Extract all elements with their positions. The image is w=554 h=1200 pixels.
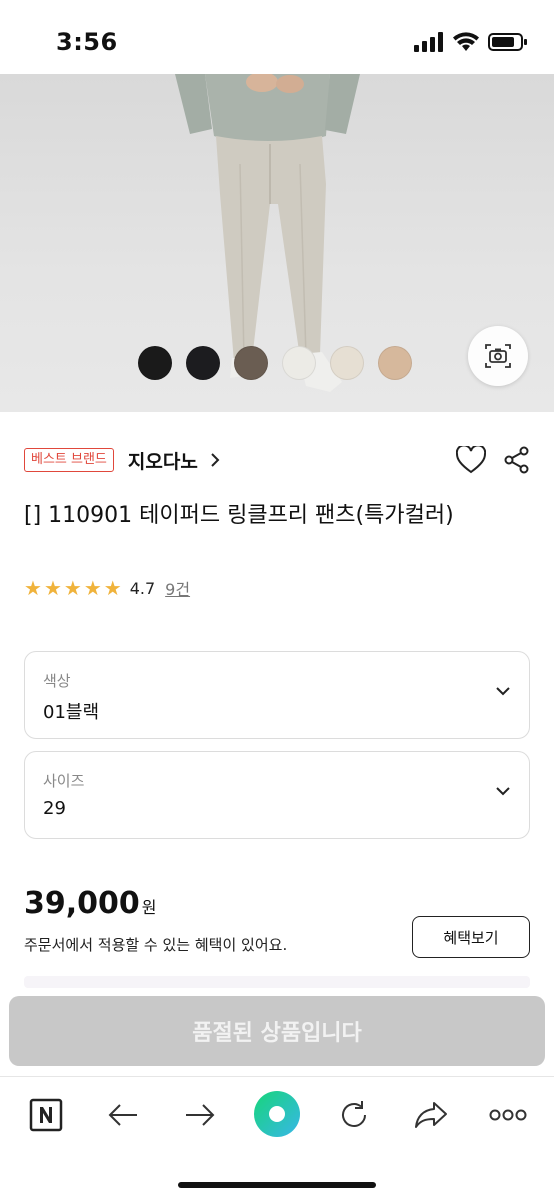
heart-icon[interactable] (456, 446, 486, 474)
forward-arrow-icon[interactable] (180, 1095, 220, 1135)
more-dots-icon[interactable] (488, 1095, 528, 1135)
cellular-signal-icon (414, 32, 443, 52)
color-select-value: 01블랙 (43, 702, 100, 723)
star-icon: ★ (83, 576, 102, 600)
color-swatches (138, 346, 412, 380)
product-image[interactable] (0, 74, 554, 412)
price: 39,000 원 (24, 886, 157, 921)
home-indicator (178, 1182, 376, 1188)
benefit-text: 주문서에서 적용할 수 있는 혜택이 있어요. (24, 936, 288, 954)
share-icon[interactable] (504, 446, 530, 474)
size-select-value: 29 (43, 798, 66, 819)
review-count-link[interactable]: 9건 (165, 576, 190, 600)
brand-row: 베스트 브랜드 지오다노 (24, 446, 530, 474)
wifi-icon (453, 32, 479, 51)
color-swatch-6[interactable] (378, 346, 412, 380)
price-unit: 원 (141, 898, 157, 917)
size-select-label: 사이즈 (43, 772, 85, 790)
brand-name-link[interactable]: 지오다노 (128, 447, 198, 474)
star-icon: ★ (24, 576, 42, 600)
status-bar: 3:56 (0, 0, 554, 74)
star-icon: ★ (63, 576, 82, 600)
battery-icon (488, 33, 527, 51)
sold-out-button[interactable]: 품절된 상품입니다 (9, 996, 545, 1066)
image-search-button[interactable] (468, 326, 528, 386)
status-time: 3:56 (56, 28, 118, 56)
color-select[interactable]: 색상 01블랙 (24, 651, 530, 739)
share-forward-icon[interactable] (411, 1095, 451, 1135)
chevron-down-icon (496, 687, 510, 696)
star-icon: ★ (103, 576, 122, 600)
product-title: [] 110901 테이퍼드 링클프리 팬츠(특가컬러) (24, 503, 454, 528)
rating-row: ★ ★ ★ ★ ★ 4.7 9건 (24, 576, 190, 600)
back-arrow-icon[interactable] (103, 1095, 143, 1135)
camera-search-icon (485, 344, 511, 368)
rating-score: 4.7 (129, 578, 156, 598)
price-amount: 39,000 (24, 886, 140, 921)
color-select-label: 색상 (43, 672, 71, 690)
refresh-icon[interactable] (334, 1095, 374, 1135)
status-icons (414, 32, 528, 52)
view-benefits-button[interactable]: 혜택보기 (412, 916, 530, 958)
star-icon: ★ (43, 576, 62, 600)
divider (24, 976, 530, 988)
green-dot-icon[interactable] (250, 1087, 304, 1141)
color-swatch-1[interactable] (138, 346, 172, 380)
color-swatch-2[interactable] (186, 346, 220, 380)
color-swatch-4[interactable] (282, 346, 316, 380)
chevron-right-icon[interactable] (210, 452, 220, 468)
color-swatch-3[interactable] (234, 346, 268, 380)
best-brand-badge: 베스트 브랜드 (24, 448, 114, 472)
size-select[interactable]: 사이즈 29 (24, 751, 530, 839)
chevron-down-icon (496, 787, 510, 796)
naver-logo-icon[interactable] (26, 1095, 66, 1135)
color-swatch-5[interactable] (330, 346, 364, 380)
